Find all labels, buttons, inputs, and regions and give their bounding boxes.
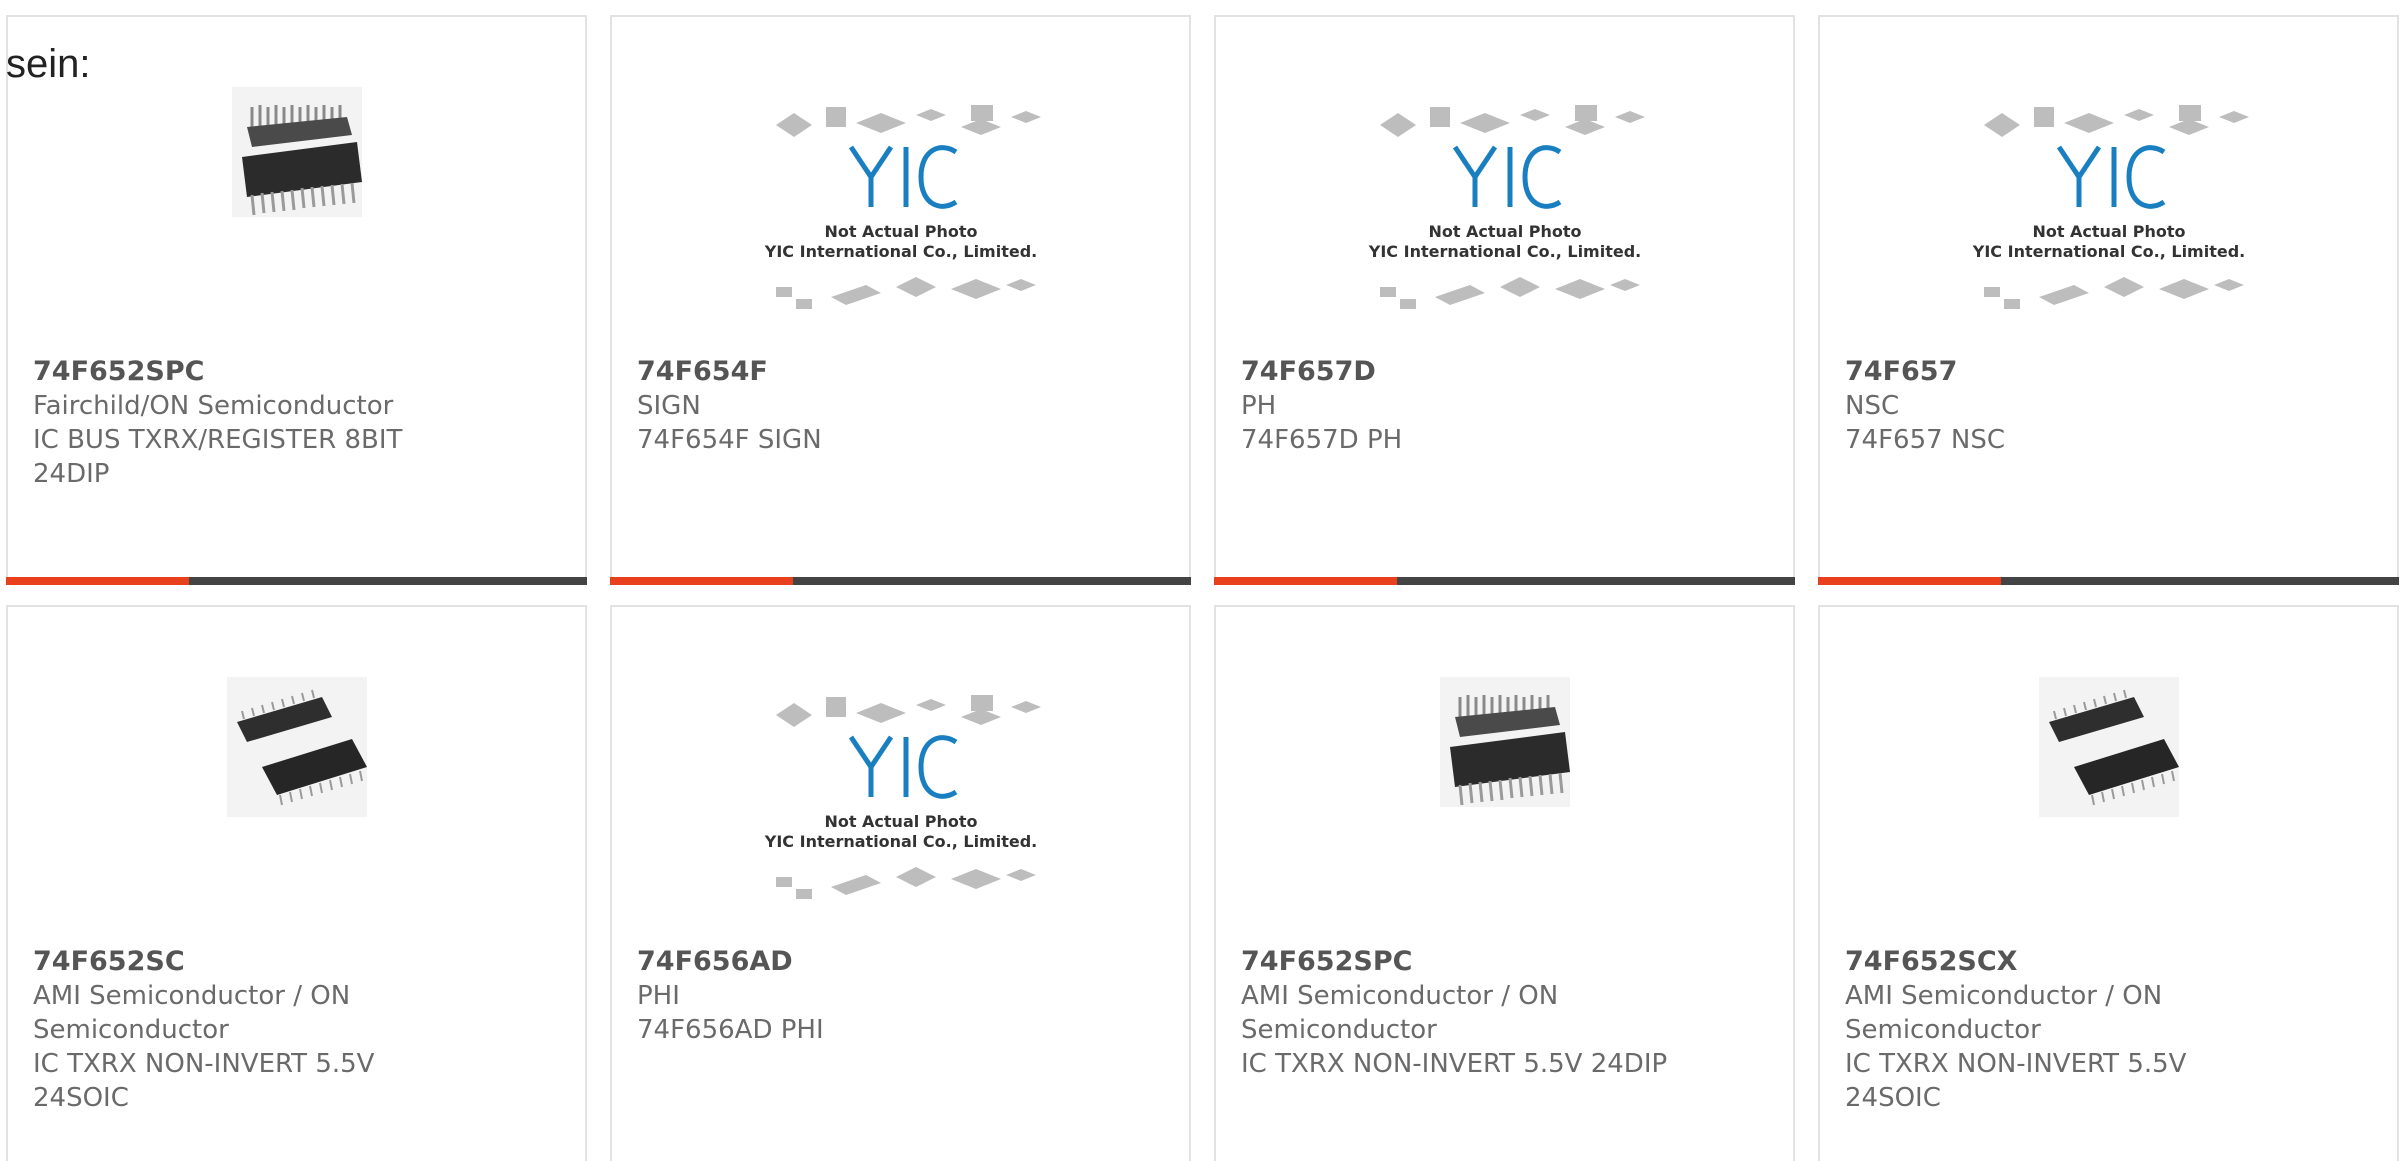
product-image-placeholder[interactable]: Not Actual Photo YIC International Co., … xyxy=(756,87,1046,337)
product-image-dip[interactable] xyxy=(1360,677,1650,927)
intro-text: sein: xyxy=(6,42,91,86)
product-grid: 74F652SPC Fairchild/ON Semiconductor IC … xyxy=(0,0,2400,1161)
card-bottom-bar xyxy=(610,577,1191,585)
product-card[interactable]: 74F652SPC AMI Semiconductor / ON Semicon… xyxy=(1214,605,1795,1161)
placeholder-company: YIC International Co., Limited. xyxy=(763,832,1036,851)
description-line: 24SOIC xyxy=(33,1083,129,1113)
yic-logo-icon: Not Actual Photo YIC International Co., … xyxy=(1367,105,1645,309)
description-line: IC TXRX NON-INVERT 5.5V xyxy=(1845,1049,2187,1079)
dip-chip-icon xyxy=(231,87,362,217)
product-card[interactable]: Not Actual Photo YIC International Co., … xyxy=(610,605,1191,1161)
manufacturer: SIGN xyxy=(637,391,701,421)
manufacturer-line: AMI Semiconductor / ON xyxy=(1241,981,1559,1011)
manufacturer-line: AMI Semiconductor / ON xyxy=(1845,981,2163,1011)
product-card[interactable]: Not Actual Photo YIC International Co., … xyxy=(1214,15,1795,585)
product-info: 74F657 NSC 74F657 NSC xyxy=(1845,355,2381,457)
card-accent-bar xyxy=(6,577,189,585)
product-info: 74F652SC AMI Semiconductor / ON Semicond… xyxy=(33,945,569,1115)
manufacturer-line: Semiconductor xyxy=(1845,1015,2041,1045)
placeholder-notice: Not Actual Photo xyxy=(824,222,977,241)
part-number-link[interactable]: 74F657D xyxy=(1241,355,1777,389)
description-line: IC TXRX NON-INVERT 5.5V 24DIP xyxy=(1241,1049,1668,1079)
product-image-placeholder[interactable]: Not Actual Photo YIC International Co., … xyxy=(1964,87,2254,337)
placeholder-company: YIC International Co., Limited. xyxy=(1971,242,2244,261)
soic-chip-icon xyxy=(2038,677,2179,817)
product-image-dip[interactable] xyxy=(152,87,442,337)
dip-chip-icon xyxy=(1439,677,1570,807)
product-info: 74F657D PH 74F657D PH xyxy=(1241,355,1777,457)
description-line: IC TXRX NON-INVERT 5.5V xyxy=(33,1049,375,1079)
product-card[interactable]: 74F652SPC Fairchild/ON Semiconductor IC … xyxy=(6,15,587,585)
product-card[interactable]: Not Actual Photo YIC International Co., … xyxy=(610,15,1191,585)
part-number-link[interactable]: 74F654F xyxy=(637,355,1173,389)
placeholder-notice: Not Actual Photo xyxy=(2032,222,2185,241)
description-line: 24DIP xyxy=(33,459,110,489)
card-bottom-bar xyxy=(1818,577,2399,585)
description-line: IC BUS TXRX/REGISTER 8BIT xyxy=(33,425,403,455)
product-info: 74F652SCX AMI Semiconductor / ON Semicon… xyxy=(1845,945,2381,1115)
description-line: 24SOIC xyxy=(1845,1083,1941,1113)
description-line: 74F656AD PHI xyxy=(637,1015,824,1045)
product-info: 74F654F SIGN 74F654F SIGN xyxy=(637,355,1173,457)
manufacturer-line: Semiconductor xyxy=(1241,1015,1437,1045)
soic-chip-icon xyxy=(226,677,367,817)
placeholder-company: YIC International Co., Limited. xyxy=(1367,242,1640,261)
part-number-link[interactable]: 74F657 xyxy=(1845,355,2381,389)
card-accent-bar xyxy=(1214,577,1397,585)
part-number-link[interactable]: 74F652SPC xyxy=(33,355,569,389)
product-info: 74F656AD PHI 74F656AD PHI xyxy=(637,945,1173,1047)
card-accent-bar xyxy=(1818,577,2001,585)
description-line: 74F657 NSC xyxy=(1845,425,2006,455)
manufacturer-line: Semiconductor xyxy=(33,1015,229,1045)
product-image-placeholder[interactable]: Not Actual Photo YIC International Co., … xyxy=(756,677,1046,927)
part-number-link[interactable]: 74F656AD xyxy=(637,945,1173,979)
yic-logo-icon: Not Actual Photo YIC International Co., … xyxy=(763,105,1041,309)
description-line: 74F657D PH xyxy=(1241,425,1403,455)
product-card[interactable]: 74F652SCX AMI Semiconductor / ON Semicon… xyxy=(1818,605,2399,1161)
manufacturer: PHI xyxy=(637,981,680,1011)
product-image-soic[interactable] xyxy=(152,677,442,927)
product-card[interactable]: Not Actual Photo YIC International Co., … xyxy=(1818,15,2399,585)
placeholder-notice: Not Actual Photo xyxy=(824,812,977,831)
placeholder-company: YIC International Co., Limited. xyxy=(763,242,1036,261)
description-line: 74F654F SIGN xyxy=(637,425,822,455)
card-accent-bar xyxy=(610,577,793,585)
product-image-soic[interactable] xyxy=(1964,677,2254,927)
product-card[interactable]: 74F652SC AMI Semiconductor / ON Semicond… xyxy=(6,605,587,1161)
manufacturer: NSC xyxy=(1845,391,1900,421)
yic-logo-icon: Not Actual Photo YIC International Co., … xyxy=(763,695,1041,899)
product-info: 74F652SPC AMI Semiconductor / ON Semicon… xyxy=(1241,945,1777,1081)
manufacturer-line: AMI Semiconductor / ON xyxy=(33,981,351,1011)
product-image-placeholder[interactable]: Not Actual Photo YIC International Co., … xyxy=(1360,87,1650,337)
part-number-link[interactable]: 74F652SPC xyxy=(1241,945,1777,979)
product-info: 74F652SPC Fairchild/ON Semiconductor IC … xyxy=(33,355,569,491)
manufacturer: PH xyxy=(1241,391,1277,421)
manufacturer: Fairchild/ON Semiconductor xyxy=(33,391,394,421)
card-bottom-bar xyxy=(1214,577,1795,585)
part-number-link[interactable]: 74F652SCX xyxy=(1845,945,2381,979)
part-number-link[interactable]: 74F652SC xyxy=(33,945,569,979)
yic-logo-icon: Not Actual Photo YIC International Co., … xyxy=(1971,105,2249,309)
placeholder-notice: Not Actual Photo xyxy=(1428,222,1581,241)
card-bottom-bar xyxy=(6,577,587,585)
